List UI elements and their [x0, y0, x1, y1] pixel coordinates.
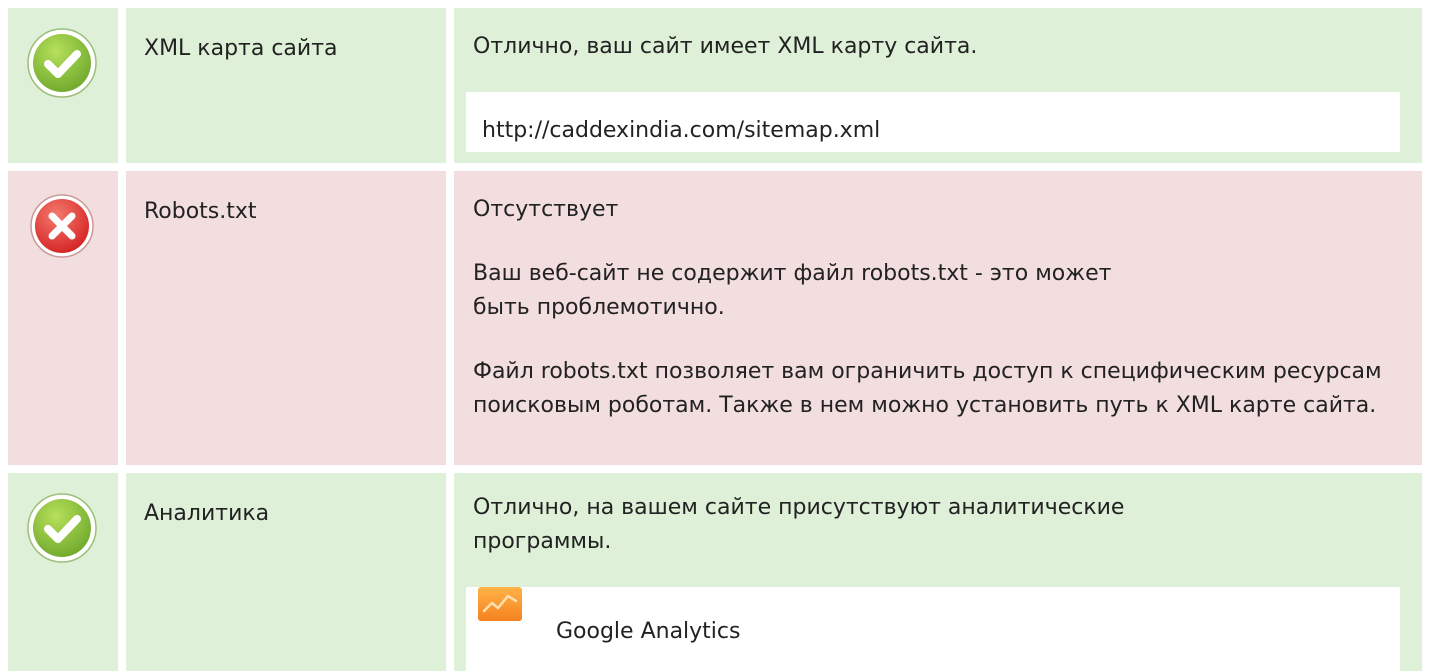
label-cell: XML карта сайта — [126, 8, 446, 163]
check-label: XML карта сайта — [144, 36, 338, 61]
check-label: Аналитика — [144, 501, 270, 526]
label-cell: Robots.txt — [126, 171, 446, 465]
label-cell: Аналитика — [126, 473, 446, 671]
sitemap-url[interactable]: http://caddexindia.com/sitemap.xml — [482, 116, 880, 146]
sitemap-url-box: http://caddexindia.com/sitemap.xml — [466, 92, 1400, 152]
result-cell: Отлично, ваш сайт имеет XML карту сайта.… — [454, 8, 1422, 163]
result-message: Отсутствует — [473, 197, 619, 222]
google-analytics-icon — [478, 587, 522, 621]
check-label: Robots.txt — [144, 199, 257, 224]
analytics-tool-name: Google Analytics — [556, 619, 741, 644]
check-icon — [27, 493, 97, 563]
error-icon — [30, 194, 94, 258]
status-cell — [8, 473, 118, 671]
robots-warning-text: Ваш веб-сайт не содержит файл robots.txt… — [473, 261, 1112, 320]
status-cell — [8, 8, 118, 163]
check-icon — [27, 28, 97, 98]
check-row-sitemap: XML карта сайта Отлично, ваш сайт имеет … — [8, 8, 1422, 163]
result-cell: Отлично, на вашем сайте присутствуют ана… — [454, 473, 1422, 671]
result-message: Отлично, ваш сайт имеет XML карту сайта. — [473, 34, 978, 59]
robots-info-text: Файл robots.txt позволяет вам ограничить… — [473, 359, 1382, 418]
status-cell — [8, 171, 118, 465]
check-row-robots: Robots.txt Отсутствует Ваш веб-сайт не с… — [8, 171, 1422, 465]
result-message: Отлично, на вашем сайте присутствуют ана… — [473, 495, 1125, 554]
check-row-analytics: Аналитика Отлично, на вашем сайте присут… — [8, 473, 1422, 671]
analytics-tool-box: Google Analytics — [466, 587, 1400, 671]
result-cell: Отсутствует Ваш веб-сайт не содержит фай… — [454, 171, 1422, 465]
